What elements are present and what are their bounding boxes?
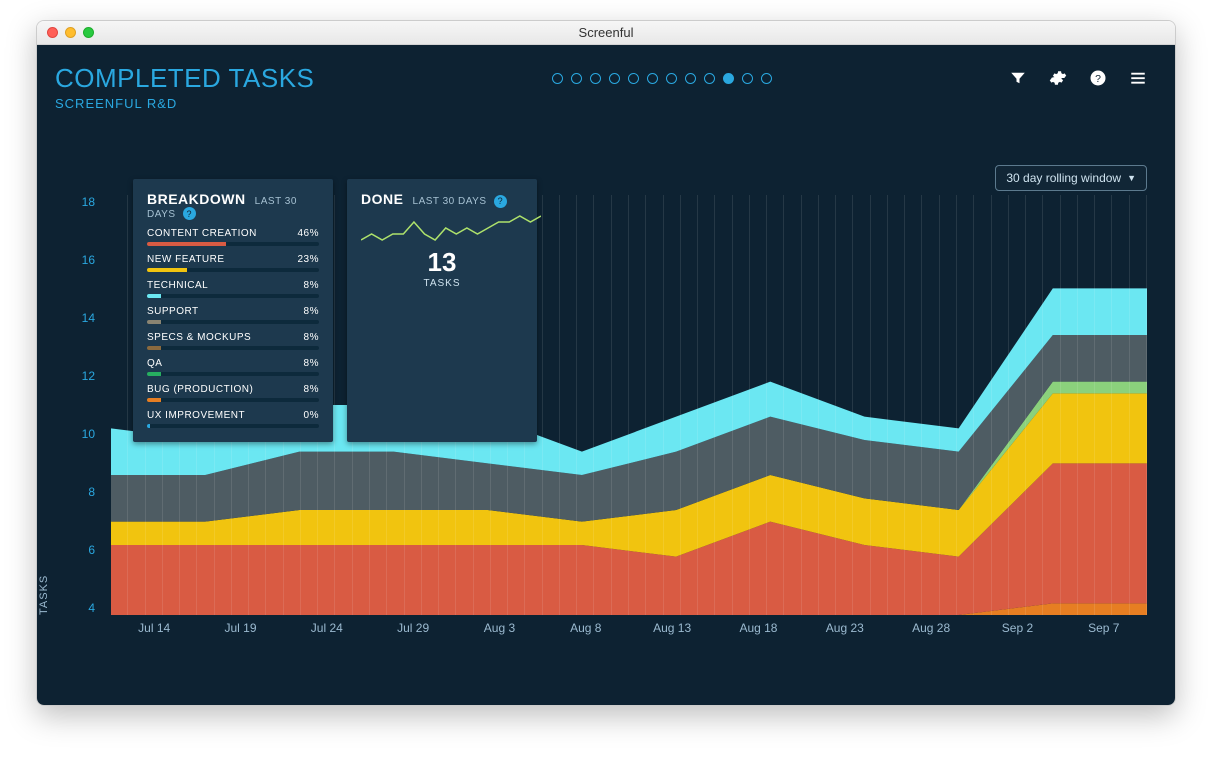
help-icon[interactable]: ? xyxy=(494,195,507,208)
breakdown-row-label: SPECS & MOCKUPS xyxy=(147,332,251,343)
breakdown-row: UX IMPROVEMENT 0% xyxy=(147,410,319,428)
y-tick: 18 xyxy=(82,195,95,209)
page-dot[interactable] xyxy=(742,73,753,84)
page-indicator xyxy=(314,63,1009,84)
x-tick: Sep 7 xyxy=(1061,621,1147,655)
y-tick: 6 xyxy=(88,543,95,557)
y-tick: 10 xyxy=(82,427,95,441)
filter-icon[interactable] xyxy=(1009,69,1027,87)
breakdown-row-label: QA xyxy=(147,358,162,369)
help-icon[interactable]: ? xyxy=(1089,69,1107,87)
page-dot[interactable] xyxy=(704,73,715,84)
window-title: Screenful xyxy=(37,25,1175,40)
breakdown-row: NEW FEATURE 23% xyxy=(147,254,319,272)
page-title: COMPLETED TASKS xyxy=(55,63,314,94)
page-dot[interactable] xyxy=(571,73,582,84)
y-tick: 16 xyxy=(82,253,95,267)
help-icon[interactable]: ? xyxy=(183,207,196,220)
x-tick: Sep 2 xyxy=(974,621,1060,655)
x-tick: Aug 13 xyxy=(629,621,715,655)
breakdown-row-pct: 23% xyxy=(297,254,319,265)
page-dot[interactable] xyxy=(552,73,563,84)
page-dot[interactable] xyxy=(590,73,601,84)
breakdown-row-label: TECHNICAL xyxy=(147,280,208,291)
done-title: DONE xyxy=(361,191,403,207)
y-axis-label: TASKS xyxy=(38,575,50,615)
breakdown-row-label: BUG (PRODUCTION) xyxy=(147,384,253,395)
breakdown-row-pct: 8% xyxy=(304,306,319,317)
y-tick: 12 xyxy=(82,369,95,383)
x-tick: Aug 28 xyxy=(888,621,974,655)
x-axis: Jul 14Jul 19Jul 24Jul 29Aug 3Aug 8Aug 13… xyxy=(111,621,1147,655)
breakdown-row-pct: 46% xyxy=(297,228,319,239)
x-tick: Jul 24 xyxy=(284,621,370,655)
titlebar: Screenful xyxy=(37,21,1175,45)
done-card: DONE LAST 30 DAYS ? 13 TASKS xyxy=(347,179,537,442)
breakdown-card: BREAKDOWN LAST 30 DAYS ? CONTENT CREATIO… xyxy=(133,179,333,442)
rolling-window-label: 30 day rolling window xyxy=(1006,171,1121,185)
breakdown-row-pct: 8% xyxy=(304,384,319,395)
toolbar: ? xyxy=(1009,63,1147,87)
chevron-down-icon: ▼ xyxy=(1127,173,1136,183)
gear-icon[interactable] xyxy=(1049,69,1067,87)
x-tick: Jul 14 xyxy=(111,621,197,655)
breakdown-row-pct: 8% xyxy=(304,280,319,291)
done-subtitle: LAST 30 DAYS xyxy=(413,196,487,207)
breakdown-row-pct: 0% xyxy=(304,410,319,421)
header: COMPLETED TASKS SCREENFUL R&D ? xyxy=(55,63,1147,111)
breakdown-row-label: CONTENT CREATION xyxy=(147,228,257,239)
breakdown-row-label: NEW FEATURE xyxy=(147,254,225,265)
breakdown-row: QA 8% xyxy=(147,358,319,376)
page-dot[interactable] xyxy=(647,73,658,84)
breakdown-row: CONTENT CREATION 46% xyxy=(147,228,319,246)
x-tick: Jul 29 xyxy=(370,621,456,655)
done-unit: TASKS xyxy=(361,278,523,289)
hamburger-icon[interactable] xyxy=(1129,69,1147,87)
x-tick: Aug 3 xyxy=(456,621,542,655)
mac-window: Screenful COMPLETED TASKS SCREENFUL R&D … xyxy=(36,20,1176,706)
page-dot[interactable] xyxy=(685,73,696,84)
page-dot[interactable] xyxy=(761,73,772,84)
rolling-window-selector[interactable]: 30 day rolling window ▼ xyxy=(995,165,1147,191)
y-tick: 4 xyxy=(88,601,95,615)
breakdown-row: SPECS & MOCKUPS 8% xyxy=(147,332,319,350)
page-dot[interactable] xyxy=(609,73,620,84)
y-tick: 8 xyxy=(88,485,95,499)
done-value: 13 xyxy=(361,247,523,278)
x-tick: Jul 19 xyxy=(197,621,283,655)
breakdown-row: TECHNICAL 8% xyxy=(147,280,319,298)
x-tick: Aug 23 xyxy=(802,621,888,655)
done-sparkline xyxy=(361,212,541,242)
svg-text:?: ? xyxy=(1095,73,1101,85)
page-dot[interactable] xyxy=(628,73,639,84)
page-subtitle: SCREENFUL R&D xyxy=(55,96,314,111)
x-tick: Aug 18 xyxy=(715,621,801,655)
breakdown-row-label: SUPPORT xyxy=(147,306,199,317)
page-dot[interactable] xyxy=(666,73,677,84)
y-tick: 14 xyxy=(82,311,95,325)
page-dot[interactable] xyxy=(723,73,734,84)
y-axis: 18 16 14 12 10 8 6 4 xyxy=(55,195,105,615)
x-tick: Aug 8 xyxy=(543,621,629,655)
breakdown-row-pct: 8% xyxy=(304,358,319,369)
breakdown-row: BUG (PRODUCTION) 8% xyxy=(147,384,319,402)
breakdown-row-pct: 8% xyxy=(304,332,319,343)
app-root: COMPLETED TASKS SCREENFUL R&D ? xyxy=(37,45,1175,705)
breakdown-row-label: UX IMPROVEMENT xyxy=(147,410,245,421)
breakdown-title: BREAKDOWN xyxy=(147,191,246,207)
breakdown-row: SUPPORT 8% xyxy=(147,306,319,324)
overlay-cards: BREAKDOWN LAST 30 DAYS ? CONTENT CREATIO… xyxy=(133,179,537,442)
